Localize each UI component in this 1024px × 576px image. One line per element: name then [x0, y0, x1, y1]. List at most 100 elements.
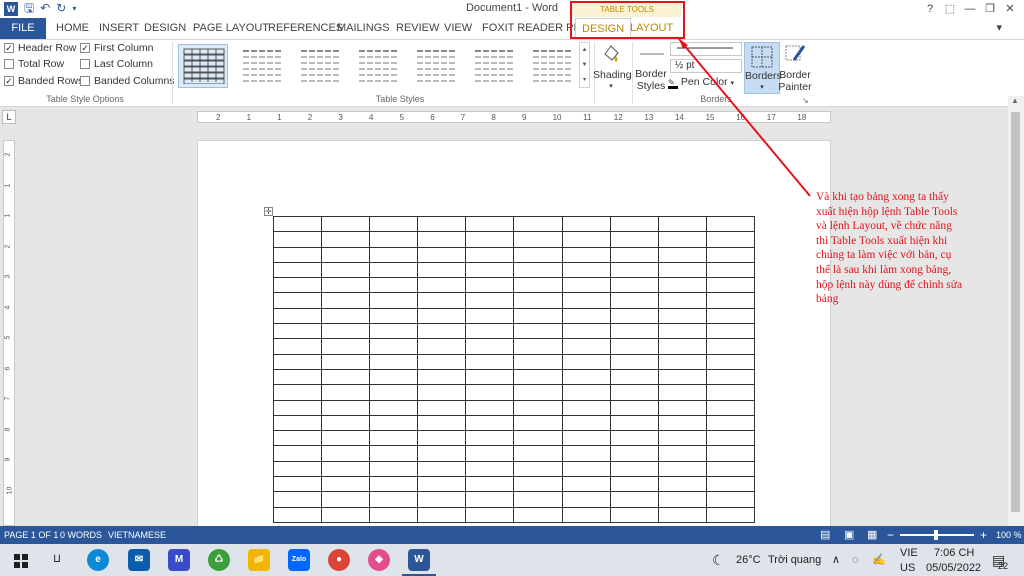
table-style-thumbnail[interactable] — [236, 44, 286, 88]
table-cell[interactable] — [561, 277, 611, 294]
help-icon[interactable]: ? — [920, 0, 940, 18]
table-cell[interactable] — [417, 307, 467, 325]
table-cell[interactable] — [561, 491, 611, 508]
table-cell[interactable] — [705, 231, 756, 248]
line-style-dropdown[interactable] — [670, 42, 742, 56]
table-cell[interactable] — [705, 399, 756, 416]
table-cell[interactable] — [417, 460, 467, 478]
mail-icon[interactable]: ✉ — [128, 549, 150, 571]
banded-rows-checkbox[interactable]: ✓ — [4, 76, 14, 86]
table-cell[interactable] — [465, 277, 515, 294]
table-style-thumbnail[interactable] — [294, 44, 344, 88]
table-cell[interactable] — [272, 323, 323, 340]
table-cell[interactable] — [321, 476, 371, 493]
ribbon-display-icon[interactable]: ⬚ — [940, 0, 960, 18]
edge-icon[interactable]: e — [87, 549, 109, 571]
table-cell[interactable] — [465, 246, 515, 263]
table-cell[interactable] — [321, 292, 371, 309]
table-cell[interactable] — [705, 323, 756, 340]
table-cell[interactable] — [272, 399, 323, 416]
table-cell[interactable] — [513, 368, 563, 386]
gallery-scroll-buttons[interactable]: ▲ ▼ ▾ — [579, 42, 590, 88]
print-layout-icon[interactable]: ▣ — [844, 526, 854, 544]
table-cell[interactable] — [369, 353, 419, 370]
table-cell[interactable] — [513, 215, 563, 233]
table-cell[interactable] — [369, 445, 419, 462]
language-indicator[interactable]: VIETNAMESE — [108, 526, 166, 544]
table-cell[interactable] — [657, 246, 707, 263]
header-row-checkbox[interactable]: ✓ — [4, 43, 14, 53]
table-cell[interactable] — [369, 307, 419, 325]
table-cell[interactable] — [272, 368, 323, 386]
table-cell[interactable] — [705, 506, 756, 523]
table-cell[interactable] — [657, 384, 707, 401]
web-layout-icon[interactable]: ▦ — [867, 526, 877, 544]
table-cell[interactable] — [272, 277, 323, 294]
table-cell[interactable] — [417, 353, 467, 370]
table-cell[interactable] — [417, 414, 467, 432]
total-row-checkbox[interactable] — [4, 59, 14, 69]
table-cell[interactable] — [609, 323, 659, 340]
chrome-icon[interactable]: ● — [328, 549, 350, 571]
border-painter-button[interactable]: Border Painter — [778, 42, 812, 93]
table-cell[interactable] — [465, 261, 515, 279]
table-cell[interactable] — [513, 246, 563, 263]
tab-home[interactable]: HOME — [56, 18, 89, 39]
table-cell[interactable] — [369, 399, 419, 416]
table-cell[interactable] — [417, 506, 467, 523]
table-cell[interactable] — [465, 430, 515, 447]
read-mode-icon[interactable]: ▤ — [820, 526, 830, 544]
table-cell[interactable] — [321, 445, 371, 462]
tab-view[interactable]: VIEW — [444, 18, 472, 39]
table-cell[interactable] — [609, 231, 659, 248]
table-cell[interactable] — [609, 261, 659, 279]
table-cell[interactable] — [417, 231, 467, 248]
first-column-option[interactable]: ✓ First Column — [80, 42, 154, 54]
document-table[interactable] — [272, 215, 756, 523]
table-cell[interactable] — [321, 491, 371, 508]
table-cell[interactable] — [513, 506, 563, 523]
table-cell[interactable] — [513, 384, 563, 401]
table-cell[interactable] — [657, 430, 707, 447]
table-cell[interactable] — [321, 399, 371, 416]
scrollbar-thumb[interactable] — [1011, 112, 1020, 512]
table-cell[interactable] — [513, 399, 563, 416]
table-cell[interactable] — [705, 261, 756, 279]
table-cell[interactable] — [369, 277, 419, 294]
table-cell[interactable] — [369, 414, 419, 432]
table-cell[interactable] — [321, 323, 371, 340]
table-cell[interactable] — [321, 506, 371, 523]
table-cell[interactable] — [272, 261, 323, 279]
table-cell[interactable] — [561, 430, 611, 447]
last-column-option[interactable]: Last Column — [80, 58, 153, 70]
table-cell[interactable] — [609, 414, 659, 432]
show-hidden-icons-icon[interactable]: ∧ — [832, 544, 840, 576]
table-cell[interactable] — [705, 430, 756, 447]
table-cell[interactable] — [369, 215, 419, 233]
vertical-ruler[interactable]: 2 1 1 2 3 4 5 6 7 8 9 10 — [3, 140, 15, 526]
table-cell[interactable] — [609, 292, 659, 309]
table-cell[interactable] — [513, 460, 563, 478]
pen-color-button[interactable]: ✎ Pen Color ▾ — [668, 76, 744, 89]
table-cell[interactable] — [321, 277, 371, 294]
table-cell[interactable] — [272, 215, 323, 233]
table-cell[interactable] — [272, 246, 323, 263]
table-cell[interactable] — [609, 491, 659, 508]
start-icon[interactable] — [14, 554, 28, 568]
banded-columns-checkbox[interactable] — [80, 76, 90, 86]
table-cell[interactable] — [321, 231, 371, 248]
table-cell[interactable] — [561, 231, 611, 248]
table-cell[interactable] — [561, 323, 611, 340]
table-cell[interactable] — [609, 460, 659, 478]
table-cell[interactable] — [465, 215, 515, 233]
table-cell[interactable] — [369, 384, 419, 401]
table-cell[interactable] — [369, 246, 419, 263]
weather-icon[interactable]: ☾ — [712, 544, 725, 576]
table-cell[interactable] — [609, 476, 659, 493]
table-cell[interactable] — [609, 277, 659, 294]
table-cell[interactable] — [513, 476, 563, 493]
table-cell[interactable] — [369, 368, 419, 386]
table-cell[interactable] — [657, 491, 707, 508]
table-cell[interactable] — [369, 261, 419, 279]
restore-icon[interactable]: ❐ — [980, 0, 1000, 18]
